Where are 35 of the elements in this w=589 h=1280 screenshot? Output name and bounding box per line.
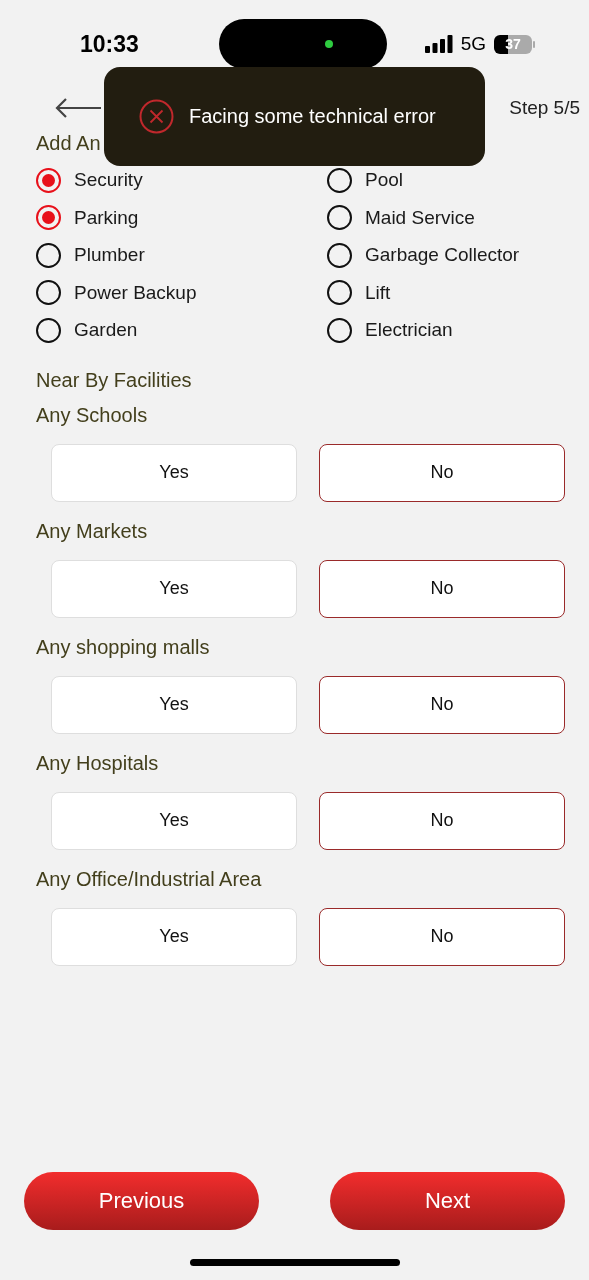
amenity-option[interactable]: Maid Service [327, 204, 589, 231]
answer-button[interactable]: Yes [51, 675, 297, 734]
answer-button[interactable]: No [319, 675, 565, 734]
question-label: Any Office/Industrial Area [36, 867, 263, 892]
answer-button[interactable]: Yes [51, 791, 297, 850]
answer-button[interactable]: Yes [51, 907, 297, 966]
answer-button[interactable]: No [319, 443, 565, 502]
nav-button[interactable]: Next [330, 1172, 565, 1230]
amenity-option[interactable]: Garden [36, 317, 327, 344]
question-label: Any shopping malls [36, 635, 211, 660]
answer-button[interactable]: Yes [51, 559, 297, 618]
amenity-option[interactable]: Parking [36, 204, 327, 231]
amenity-option[interactable]: Power Backup [36, 279, 327, 306]
error-icon [139, 99, 174, 134]
section-title: Add An [36, 132, 102, 156]
back-arrow-icon [54, 97, 102, 119]
question-label: Any Hospitals [36, 751, 160, 776]
nav-button[interactable]: Previous [24, 1172, 259, 1230]
amenity-option[interactable]: Plumber [36, 242, 327, 269]
answer-button[interactable]: No [319, 559, 565, 618]
network-label: 5G [460, 33, 486, 55]
section-title: Near By Facilities [36, 368, 193, 393]
clock-time: 10:33 [80, 30, 139, 58]
answer-button[interactable]: Yes [51, 443, 297, 502]
amenity-option[interactable]: Electrician [327, 317, 589, 344]
answer-button[interactable]: No [319, 907, 565, 966]
answer-button[interactable]: No [319, 791, 565, 850]
step-indicator: Step 5/5 [509, 97, 580, 119]
amenity-option[interactable]: Lift [327, 279, 589, 306]
question-label: Any Markets [36, 519, 149, 544]
question-label: Any Schools [36, 403, 149, 428]
toast-message: Facing some technical error [189, 105, 436, 128]
amenity-option[interactable]: Garbage Collector [327, 242, 589, 269]
back-button[interactable] [54, 97, 102, 119]
signal-icon [424, 35, 453, 53]
